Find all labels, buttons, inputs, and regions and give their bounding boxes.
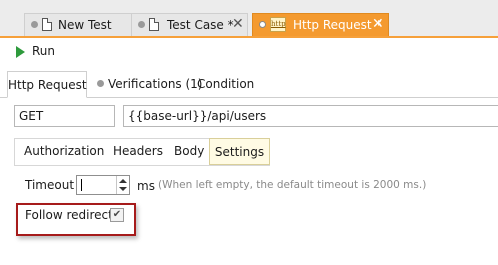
tab-condition[interactable]: Condition — [197, 71, 254, 97]
url-input[interactable]: {{base-url}}/api/users — [123, 105, 498, 127]
chevron-down-icon[interactable] — [119, 187, 127, 191]
tab-label: Body — [174, 144, 205, 158]
active-tab-underline — [0, 36, 498, 38]
tab-headers[interactable]: Headers — [113, 138, 163, 165]
tab-http-request[interactable]: Http Request — [7, 71, 87, 98]
tab-authorization[interactable]: Authorization — [24, 138, 104, 165]
editor-tab-label: New Test — [58, 18, 112, 32]
document-icon — [149, 18, 159, 31]
method-select[interactable]: GET — [14, 105, 115, 127]
status-dot-icon — [138, 21, 145, 28]
editor-tab-new-test[interactable]: New Test ✕ — [24, 13, 148, 36]
play-icon — [16, 46, 25, 58]
tab-verifications[interactable]: Verifications (1) — [97, 71, 203, 97]
stepper-buttons — [116, 176, 129, 194]
editor-tab-label: Http Request * — [293, 18, 382, 32]
tab-settings[interactable]: Settings — [209, 138, 270, 165]
tab-label: Settings — [214, 145, 265, 159]
timeout-unit: ms — [137, 179, 155, 193]
follow-redirects-label: Follow redirects — [25, 208, 120, 222]
tab-body[interactable]: Body — [174, 138, 204, 165]
tab-label: Condition — [197, 77, 255, 91]
document-icon — [42, 18, 52, 31]
tab-label: Authorization — [24, 144, 105, 158]
tab-label: Http Request — [8, 78, 87, 92]
timeout-stepper[interactable] — [76, 175, 130, 195]
editor-tab-http-request[interactable]: http Http Request * ✕ — [252, 13, 389, 38]
close-icon[interactable]: ✕ — [232, 16, 244, 32]
http-icon: http — [270, 17, 286, 32]
status-dot-icon — [259, 21, 266, 28]
editor-tab-test-case[interactable]: Test Case * ✕ — [131, 13, 248, 36]
text-caret — [81, 179, 82, 191]
status-dot-icon — [97, 80, 104, 87]
timeout-label: Timeout — [25, 178, 75, 192]
follow-redirects-checkbox[interactable]: ✔ — [110, 208, 124, 222]
status-dot-icon — [31, 21, 38, 28]
chevron-up-icon[interactable] — [119, 179, 127, 183]
tab-label: Headers — [113, 144, 163, 158]
timeout-hint: (When left empty, the default timeout is… — [158, 179, 427, 191]
check-icon: ✔ — [112, 209, 122, 220]
close-icon[interactable]: ✕ — [372, 16, 384, 32]
run-label: Run — [32, 44, 56, 58]
tab-label: Verifications (1) — [108, 77, 203, 91]
editor-tab-label: Test Case * — [167, 18, 234, 32]
